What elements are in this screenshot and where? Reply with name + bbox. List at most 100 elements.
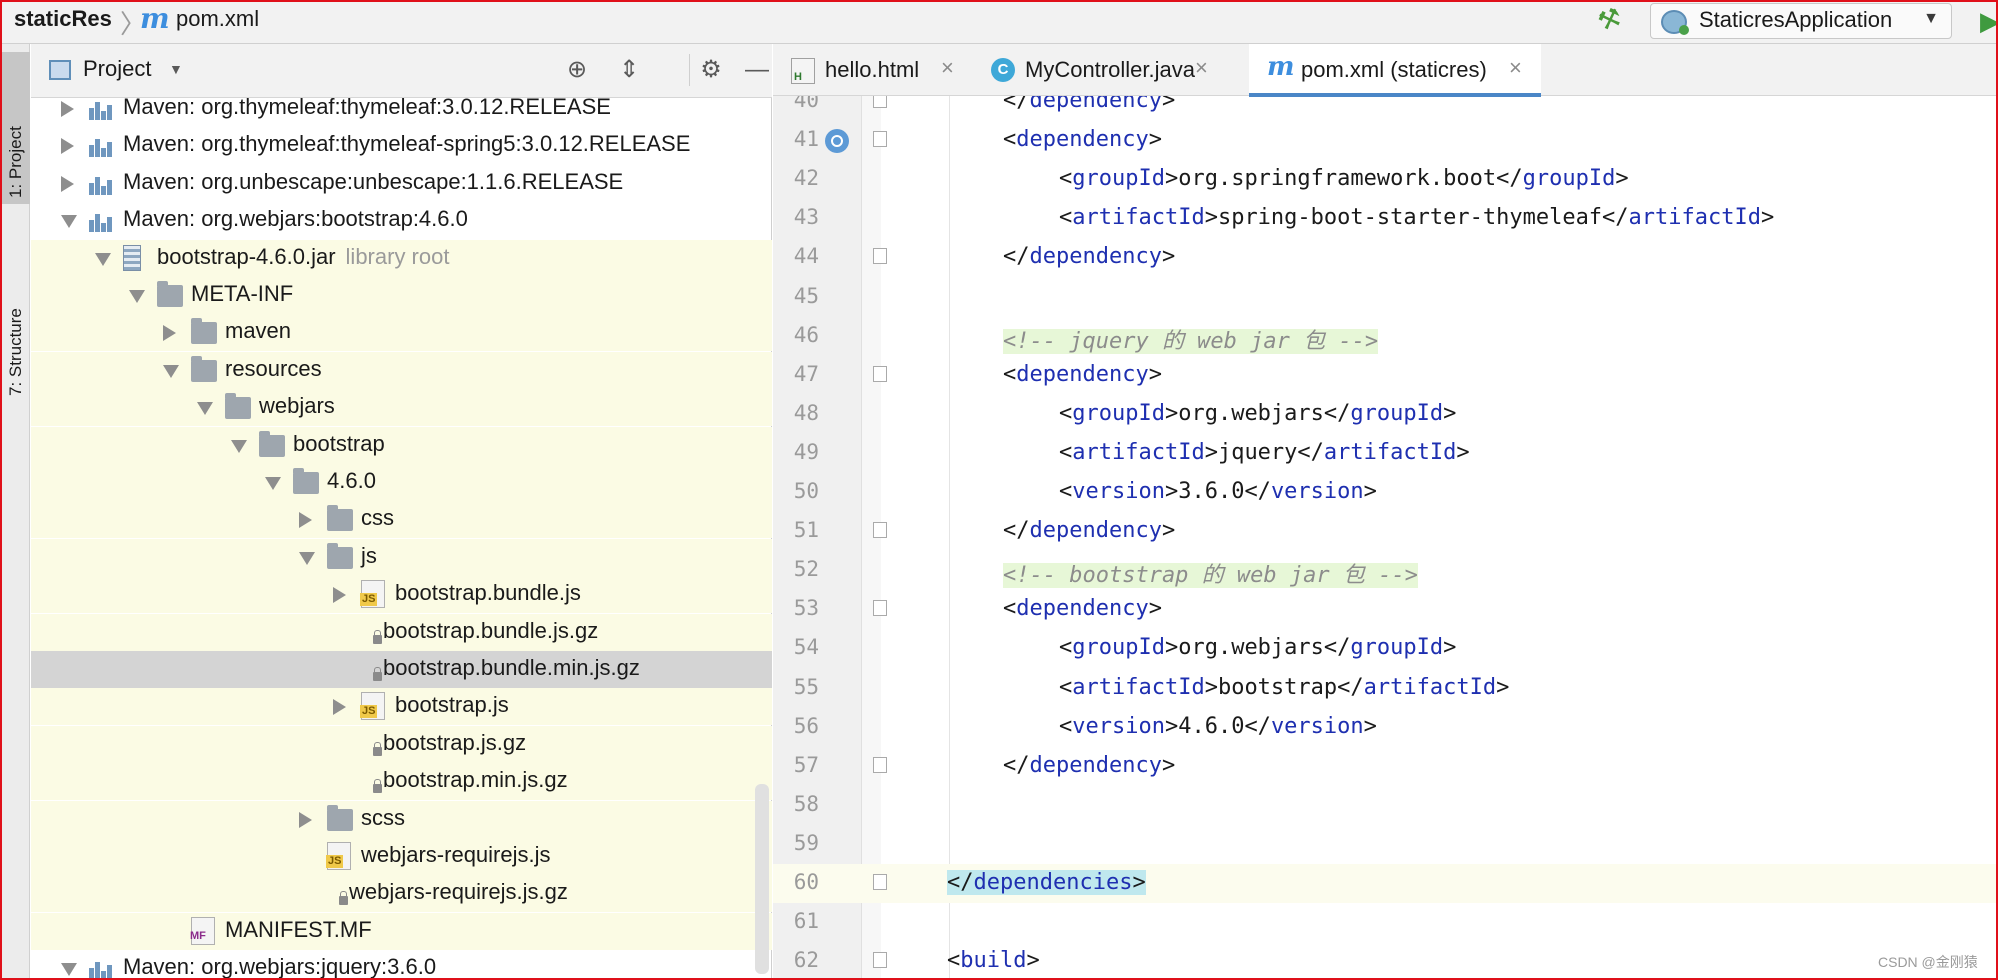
tree-item-label: bootstrap.bundle.js [395,580,581,606]
code-line[interactable]: 45 [773,278,1996,317]
project-panel-title[interactable]: Project [83,56,151,82]
code-line[interactable]: 60 </dependencies> [773,864,1996,903]
code-line[interactable]: 62 <build> [773,942,1996,978]
close-icon[interactable]: × [1509,55,1522,81]
expanded-arrow-icon[interactable] [129,290,145,303]
tree-item[interactable]: scss [31,800,772,838]
code-line[interactable]: 43 <artifactId>spring-boot-starter-thymel… [773,199,1996,238]
code-line[interactable]: 56 <version>4.6.0</version> [773,708,1996,747]
fold-marker-icon[interactable] [873,952,887,969]
hammer-icon[interactable]: ⚒ [1593,2,1626,38]
tree-item[interactable]: JS bootstrap.js [31,688,772,726]
code-line[interactable]: 54 <groupId>org.webjars</groupId> [773,629,1996,668]
fold-marker-icon[interactable] [873,874,887,890]
fold-marker-icon[interactable] [873,131,887,148]
tab-mycontroller-java[interactable]: C MyController.java × [973,44,1227,96]
expanded-arrow-icon[interactable] [299,551,315,565]
tree-item[interactable]: webjars [31,389,772,427]
code-line[interactable]: 61 [773,903,1996,942]
run-icon[interactable]: ▶ [1980,6,1996,37]
code-line[interactable]: 40 </dependency> [773,96,1996,121]
expanded-arrow-icon[interactable] [95,252,111,266]
locate-icon[interactable]: ⊕ [561,54,593,86]
xml-text: < [1059,166,1073,192]
code-line[interactable]: 51 </dependency> [773,512,1996,551]
tree-item[interactable]: bootstrap-4.6.0.jar library root [31,239,772,277]
tree-item[interactable]: META-INF [31,277,772,314]
code-line[interactable]: 58 [773,786,1996,825]
tree-item[interactable]: resources [31,351,772,389]
tree-item[interactable]: 4.6.0 [31,464,772,501]
fold-marker-icon[interactable] [873,96,887,108]
chevron-down-icon[interactable]: ▼ [169,61,183,77]
tree-item[interactable]: js [31,538,772,576]
line-number: 47 [793,361,819,386]
collapsed-arrow-icon[interactable] [61,101,74,117]
tab-hello-html[interactable]: H hello.html × [773,44,973,96]
code-text: <groupId>org.webjars</groupId> [1059,635,1456,660]
override-gutter-icon[interactable] [825,129,849,154]
expanded-arrow-icon[interactable] [61,963,77,977]
code-editor[interactable]: 40 </dependency> 41 <dependency> 42 <groupId>… [773,96,1996,978]
fold-marker-icon[interactable] [873,600,887,617]
fold-marker-icon[interactable] [873,756,887,773]
expanded-arrow-icon[interactable] [61,215,77,229]
tree-item[interactable]: maven [31,314,772,352]
tree-item[interactable]: JS webjars-requirejs.js [31,838,772,875]
gear-icon[interactable]: ⚙ [695,54,727,86]
code-line[interactable]: 50 <version>3.6.0</version> [773,473,1996,512]
tree-scrollbar[interactable] [755,784,769,974]
tab-pom-xml[interactable]: m pom.xml (staticres) × [1249,44,1541,97]
close-icon[interactable]: × [1195,55,1208,81]
minimize-icon[interactable]: — [741,54,773,86]
fold-marker-icon[interactable] [873,522,887,539]
code-line[interactable]: 49 <artifactId>jquery</artifactId> [773,434,1996,473]
tree-item[interactable]: Maven: org.thymeleaf:thymeleaf:3.0.12.RE… [31,98,772,127]
expanded-arrow-icon[interactable] [265,477,281,490]
run-configuration-select[interactable]: StaticresApplication ▼ [1650,3,1952,39]
code-line[interactable]: 47 <dependency> [773,356,1996,395]
tree-item[interactable]: Maven: org.unbescape:unbescape:1.1.6.REL… [31,165,772,202]
tree-item[interactable]: JS bootstrap.bundle.js [31,576,772,614]
fold-marker-icon[interactable] [873,365,887,382]
code-line[interactable]: 42 <groupId>org.springframework.boot</gro… [773,160,1996,199]
code-line[interactable]: 44 </dependency> [773,238,1996,277]
code-line[interactable]: 52 <!-- bootstrap 的 web jar 包 --> [773,551,1996,590]
tree-item[interactable]: bootstrap.min.js.gz [31,763,772,801]
tree-item[interactable]: bootstrap.js.gz [31,725,772,763]
collapsed-arrow-icon[interactable] [61,138,74,155]
tree-item[interactable]: Maven: org.webjars:jquery:3.6.0 [31,950,772,978]
breadcrumb-project[interactable]: staticRes [14,6,112,32]
code-line[interactable]: 41 <dependency> [773,121,1996,160]
tree-item[interactable]: css [31,501,772,539]
collapsed-arrow-icon[interactable] [299,512,312,529]
tree-item[interactable]: Maven: org.webjars:bootstrap:4.6.0 [31,202,772,239]
collapsed-arrow-icon[interactable] [163,325,176,342]
expanded-arrow-icon[interactable] [163,364,179,378]
collapsed-arrow-icon[interactable] [333,699,346,716]
tree-item[interactable]: Maven: org.thymeleaf:thymeleaf-spring5:3… [31,127,772,164]
xml-text: > [1161,752,1176,778]
tree-item[interactable]: bootstrap.bundle.js.gz [31,613,772,651]
code-line[interactable]: 48 <groupId>org.webjars</groupId> [773,395,1996,434]
collapsed-arrow-icon[interactable] [299,811,312,828]
expanded-arrow-icon[interactable] [197,402,213,416]
code-line[interactable]: 57 </dependency> [773,747,1996,786]
collapsed-arrow-icon[interactable] [61,175,74,192]
tree-item[interactable]: webjars-requirejs.js.gz [31,875,772,913]
close-icon[interactable]: × [941,55,954,81]
breadcrumb-file[interactable]: pom.xml [176,6,259,32]
code-line[interactable]: 55 <artifactId>bootstrap</artifactId> [773,669,1996,708]
code-line[interactable]: 59 [773,825,1996,864]
tree-item[interactable]: MF MANIFEST.MF [31,912,772,950]
collapse-all-icon[interactable]: ⇕ [613,54,645,86]
code-line[interactable]: 46 <!-- jquery 的 web jar 包 --> [773,317,1996,356]
code-line[interactable]: 53 <dependency> [773,590,1996,629]
collapsed-arrow-icon[interactable] [333,587,346,604]
project-tool-tab[interactable]: 1: Project [2,52,30,204]
expanded-arrow-icon[interactable] [231,439,247,453]
fold-marker-icon[interactable] [873,248,887,265]
tree-item[interactable]: bootstrap.bundle.min.js.gz [31,651,772,688]
structure-tool-tab[interactable]: 7: Structure [2,212,30,402]
tree-item[interactable]: bootstrap [31,426,772,464]
